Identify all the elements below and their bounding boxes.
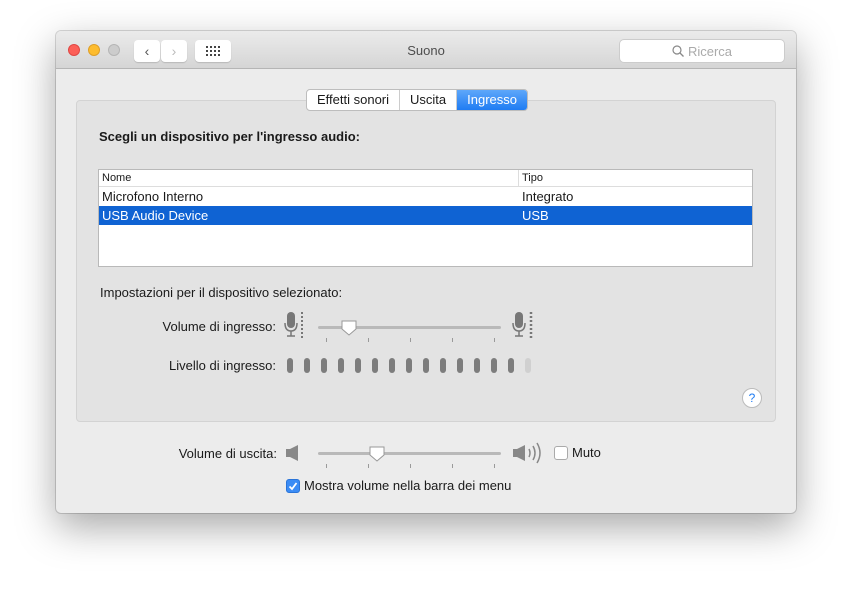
table-row-selected[interactable]: USB Audio Device USB bbox=[99, 206, 752, 225]
table-row[interactable]: Microfono Interno Integrato bbox=[99, 187, 752, 206]
level-segment bbox=[406, 358, 412, 373]
show-volume-label: Mostra volume nella barra dei menu bbox=[304, 478, 512, 493]
mute-checkbox[interactable] bbox=[554, 446, 568, 460]
device-name: Microfono Interno bbox=[102, 189, 204, 204]
slider-tick bbox=[410, 338, 411, 342]
column-header-nome[interactable]: Nome bbox=[102, 170, 131, 186]
slider-tick bbox=[326, 464, 327, 468]
device-heading: Scegli un dispositivo per l'ingresso aud… bbox=[99, 129, 360, 144]
checkmark-icon bbox=[288, 482, 298, 491]
device-type: Integrato bbox=[522, 189, 574, 204]
slider-tick bbox=[326, 338, 327, 342]
slider-tick bbox=[452, 338, 453, 342]
input-level-label: Livello di ingresso: bbox=[169, 358, 276, 373]
help-icon: ? bbox=[748, 391, 756, 405]
device-table: Nome Tipo Microfono Interno Integrato US… bbox=[98, 169, 753, 267]
level-segment bbox=[457, 358, 463, 373]
speaker-high-icon bbox=[513, 442, 541, 464]
tab-bar: Effetti sonori Uscita Ingresso bbox=[306, 89, 529, 111]
search-icon bbox=[672, 45, 684, 57]
level-segment bbox=[440, 358, 446, 373]
slider-tick bbox=[494, 338, 495, 342]
level-segment bbox=[372, 358, 378, 373]
search-placeholder: Ricerca bbox=[687, 43, 733, 59]
table-header: Nome Tipo bbox=[99, 170, 752, 187]
level-segment bbox=[321, 358, 327, 373]
slider-tick bbox=[368, 464, 369, 468]
slider-tick bbox=[452, 464, 453, 468]
tab-uscita[interactable]: Uscita bbox=[400, 90, 458, 110]
level-segment bbox=[287, 358, 293, 373]
microphone-low-icon bbox=[284, 312, 303, 340]
level-segment bbox=[389, 358, 395, 373]
speaker-low-icon bbox=[286, 445, 298, 461]
slider-tick bbox=[368, 338, 369, 342]
slider-tick bbox=[410, 464, 411, 468]
device-type: USB bbox=[522, 208, 549, 223]
show-volume-checkbox[interactable] bbox=[286, 479, 300, 493]
level-segment bbox=[338, 358, 344, 373]
output-volume-label: Volume di uscita: bbox=[178, 446, 277, 461]
tab-ingresso[interactable]: Ingresso bbox=[457, 90, 528, 110]
search-field[interactable]: Ricerca bbox=[620, 40, 784, 62]
slider-tick bbox=[494, 464, 495, 468]
microphone-high-icon bbox=[512, 312, 533, 340]
mute-label: Muto bbox=[572, 445, 601, 460]
sound-preferences-window: ‹ › Suono Ricerca Effetti sonori Uscita … bbox=[56, 31, 796, 513]
column-header-tipo[interactable]: Tipo bbox=[518, 170, 543, 186]
level-segment bbox=[491, 358, 497, 373]
level-segment bbox=[423, 358, 429, 373]
level-segment bbox=[474, 358, 480, 373]
tab-effetti-sonori[interactable]: Effetti sonori bbox=[307, 90, 401, 110]
device-name: USB Audio Device bbox=[102, 208, 209, 223]
settings-label: Impostazioni per il dispositivo selezion… bbox=[100, 285, 343, 300]
level-segment bbox=[508, 358, 514, 373]
help-button[interactable]: ? bbox=[742, 388, 762, 408]
input-volume-label: Volume di ingresso: bbox=[162, 319, 276, 334]
title-bar: ‹ › Suono Ricerca bbox=[56, 31, 796, 69]
level-segment bbox=[355, 358, 361, 373]
slider-track bbox=[318, 452, 501, 455]
level-segment bbox=[525, 358, 531, 373]
slider-thumb[interactable] bbox=[341, 320, 357, 336]
slider-thumb[interactable] bbox=[369, 446, 385, 462]
level-segment bbox=[304, 358, 310, 373]
